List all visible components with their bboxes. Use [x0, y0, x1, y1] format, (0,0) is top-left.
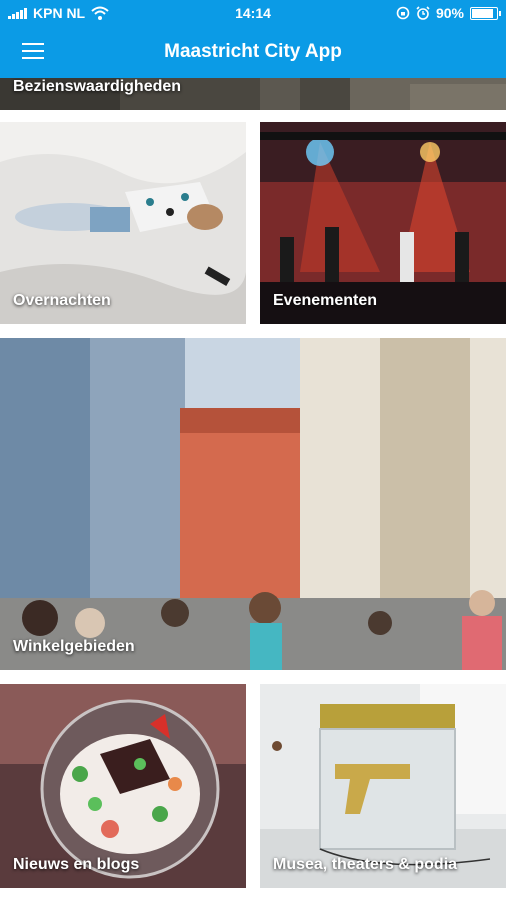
battery-icon [470, 6, 501, 20]
page-title: Maastricht City App [164, 41, 342, 62]
rotation-lock-icon [396, 6, 410, 20]
tile-label: Winkelgebieden [13, 638, 135, 655]
tile-label: Bezienswaardigheden [13, 78, 182, 95]
tile-overnachten[interactable]: Overnachten [0, 122, 246, 324]
tile-winkelgebieden[interactable]: Winkelgebieden [0, 338, 506, 670]
status-right: 90% [396, 5, 501, 21]
tile-bezienswaardigheden[interactable]: Bezienswaardigheden [0, 78, 506, 110]
tile-label: Evenementen [273, 292, 378, 309]
tile-label: Overnachten [13, 292, 111, 309]
battery-fill [472, 8, 494, 18]
status-bar: KPN NL 14:14 90% [0, 0, 506, 26]
tile-musea-theaters-podia[interactable]: Musea, theaters & podia [260, 684, 506, 888]
tile-nieuws-en-blogs[interactable]: Nieuws en blogs [0, 684, 246, 888]
app-bar: Maastricht City App [0, 26, 506, 78]
tile-label: Nieuws en blogs [13, 856, 140, 873]
tile-evenementen[interactable]: Evenementen [260, 122, 506, 324]
tile-label: Musea, theaters & podia [273, 856, 458, 873]
tile-image [0, 338, 506, 670]
battery-percent: 90% [435, 5, 464, 21]
alarm-icon [416, 6, 430, 20]
